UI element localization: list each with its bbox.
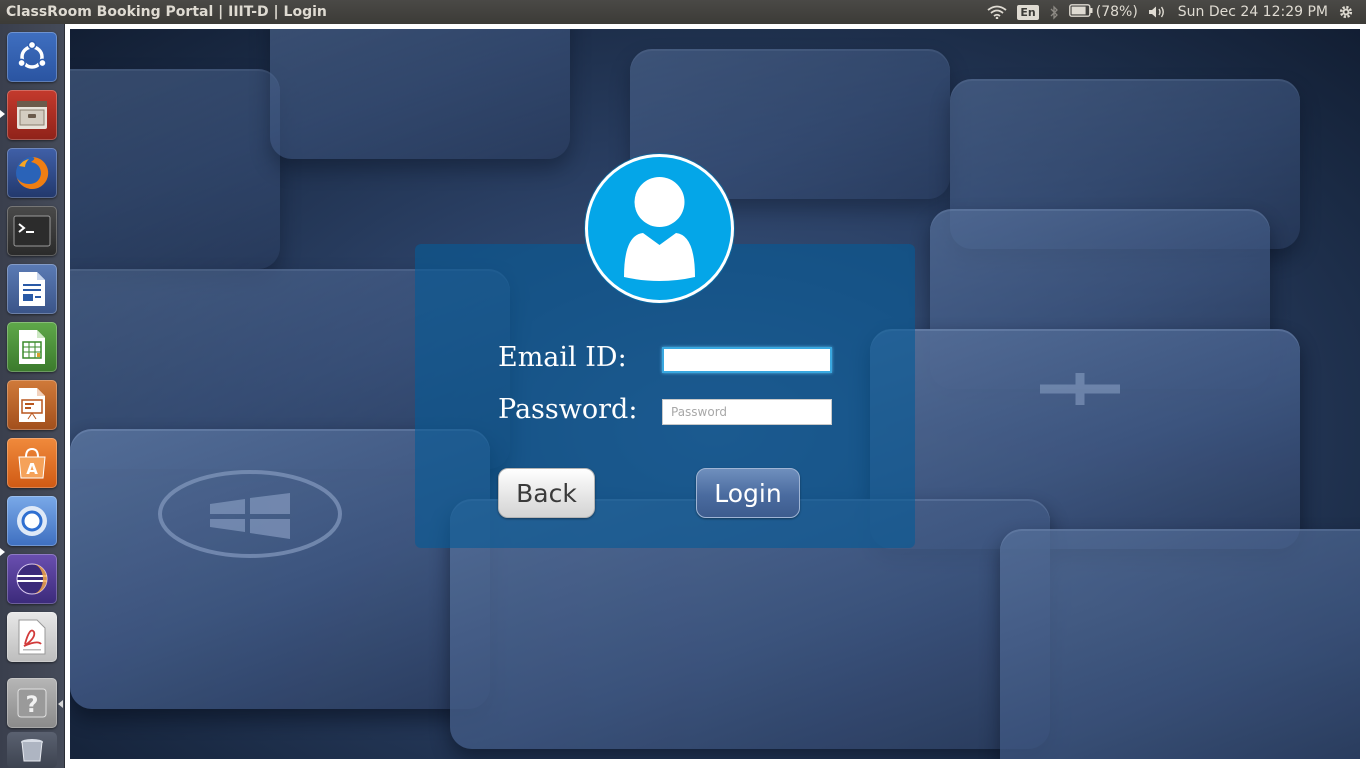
keyboard-layout-indicator[interactable]: En	[1017, 4, 1039, 20]
help-launcher[interactable]: ?	[7, 678, 57, 728]
window-title: ClassRoom Booking Portal | IIIT-D | Logi…	[6, 4, 327, 20]
indicator-area: En (78%) Sun Dec 24 12:29 PM	[987, 3, 1366, 21]
email-label: Email ID:	[498, 342, 627, 373]
chromium-icon	[14, 503, 50, 539]
svg-text:A: A	[26, 460, 38, 478]
terminal-icon	[13, 215, 51, 247]
impress-icon	[16, 386, 48, 424]
keyboard-key-decoration	[270, 29, 570, 159]
software-center-icon: A	[14, 445, 50, 481]
battery-percent: (78%)	[1095, 4, 1138, 20]
gear-icon[interactable]	[1338, 4, 1354, 20]
back-button[interactable]: Back	[498, 468, 595, 518]
terminal-launcher[interactable]	[7, 206, 57, 256]
file-cabinet-icon	[14, 98, 50, 132]
ubuntu-logo-icon	[15, 40, 49, 74]
calc-launcher[interactable]	[7, 322, 57, 372]
login-button[interactable]: Login	[696, 468, 800, 518]
email-field[interactable]	[662, 347, 832, 373]
running-indicator	[0, 110, 5, 118]
eclipse-launcher[interactable]	[7, 554, 57, 604]
svg-text:?: ?	[26, 693, 39, 718]
plus-glyph	[1040, 373, 1120, 405]
windows-logo-glyph	[158, 470, 342, 558]
help-icon: ?	[15, 686, 49, 720]
keyboard-key-decoration	[1000, 529, 1360, 759]
help-indicator	[58, 700, 63, 708]
pdf-icon	[16, 618, 48, 656]
firefox-icon	[13, 154, 51, 192]
datetime[interactable]: Sun Dec 24 12:29 PM	[1178, 4, 1328, 20]
password-field[interactable]	[662, 399, 832, 425]
impress-launcher[interactable]	[7, 380, 57, 430]
chromium-launcher[interactable]	[7, 496, 57, 546]
user-avatar-icon	[585, 154, 734, 303]
trash-launcher[interactable]	[7, 732, 57, 768]
battery-indicator[interactable]: (78%)	[1068, 3, 1138, 21]
calc-icon	[16, 328, 48, 366]
battery-icon	[1068, 3, 1093, 21]
bluetooth-icon[interactable]	[1049, 4, 1059, 20]
launcher: A ?	[0, 24, 65, 768]
eclipse-icon	[13, 560, 51, 598]
trash-icon	[17, 737, 47, 763]
firefox-launcher[interactable]	[7, 148, 57, 198]
wifi-icon[interactable]	[987, 5, 1007, 19]
writer-icon	[16, 270, 48, 308]
pdf-viewer-launcher[interactable]	[7, 612, 57, 662]
ubuntu-dash-button[interactable]	[7, 32, 57, 82]
files-launcher[interactable]	[7, 90, 57, 140]
running-indicator	[0, 548, 5, 556]
password-label: Password:	[498, 394, 638, 425]
volume-icon[interactable]	[1148, 5, 1168, 19]
keyboard-key-decoration	[70, 69, 280, 269]
top-panel: ClassRoom Booking Portal | IIIT-D | Logi…	[0, 0, 1366, 24]
software-center-launcher[interactable]: A	[7, 438, 57, 488]
writer-launcher[interactable]	[7, 264, 57, 314]
